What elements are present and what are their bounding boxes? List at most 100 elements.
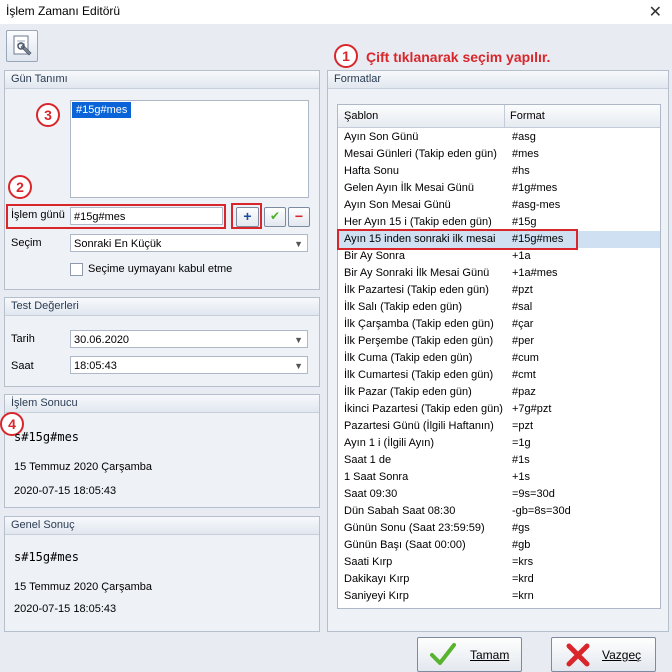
tarih-value: 30.06.2020 (74, 334, 130, 346)
cell-sablon: Pazartesi Günü (İlgili Haftanın) (344, 420, 494, 432)
islem-gunu-input[interactable]: #15g#mes (70, 207, 223, 225)
table-row[interactable]: İlk Çarşamba (Takip eden gün) #çar (338, 316, 660, 333)
secim-combo[interactable]: Sonraki En Küçük ▼ (70, 234, 308, 252)
annotation-instruction: Çift tıklanarak seçim yapılır. (366, 49, 551, 65)
remove-button[interactable]: − (288, 207, 310, 227)
column-header-format[interactable]: Format (510, 105, 545, 127)
table-row[interactable]: Dün Sabah Saat 08:30 -gb=8s=30d (338, 503, 660, 520)
window-title: İşlem Zamanı Editörü (6, 4, 121, 18)
table-row[interactable]: Bir Ay Sonra +1a (338, 248, 660, 265)
table-row[interactable]: İkinci Pazartesi (Takip eden gün) +7g#pzt (338, 401, 660, 418)
column-header-sablon[interactable]: Şablon (344, 105, 378, 127)
grid-header: Şablon Format (338, 105, 660, 128)
cell-sablon: İlk Çarşamba (Takip eden gün) (344, 318, 494, 330)
cell-format: #gs (512, 522, 530, 534)
chevron-down-icon[interactable]: ▼ (294, 235, 303, 253)
close-icon (566, 643, 590, 667)
cell-sablon: Dün Sabah Saat 08:30 (344, 505, 456, 517)
add-button[interactable]: + (236, 207, 259, 227)
ok-button[interactable]: Tamam (417, 637, 522, 672)
formatlar-header: Formatlar (328, 71, 668, 89)
cell-format: =1g (512, 437, 531, 449)
table-row[interactable]: İlk Cumartesi (Takip eden gün) #cmt (338, 367, 660, 384)
cell-sablon: İlk Salı (Takip eden gün) (344, 301, 463, 313)
table-row[interactable]: Günün Başı (Saat 00:00) #gb (338, 537, 660, 554)
cell-format: #mes (512, 148, 539, 160)
table-row[interactable]: Saat 1 de #1s (338, 452, 660, 469)
cell-format: +1a (512, 250, 531, 262)
islem-sonucu-date: 15 Temmuz 2020 Çarşamba (14, 461, 152, 473)
table-row[interactable]: İlk Cuma (Takip eden gün) #cum (338, 350, 660, 367)
cell-format: #pzt (512, 284, 533, 296)
cell-format: #asg-mes (512, 199, 561, 211)
close-icon[interactable]: ✕ (649, 2, 662, 22)
cell-sablon: Saati Kırp (344, 556, 393, 568)
settings-tool-button[interactable] (6, 30, 38, 62)
cell-format: #hs (512, 165, 530, 177)
saat-value: 18:05:43 (74, 360, 117, 372)
cell-sablon: İlk Pazartesi (Takip eden gün) (344, 284, 489, 296)
cell-sablon: İlk Pazar (Takip eden gün) (344, 386, 472, 398)
table-row[interactable]: Saat 09:30 =9s=30d (338, 486, 660, 503)
cell-format: =9s=30d (512, 488, 555, 500)
cell-format: =krn (512, 590, 534, 602)
cell-sablon: İkinci Pazartesi (Takip eden gün) (344, 403, 503, 415)
cell-sablon: Ayın Son Mesai Günü (344, 199, 451, 211)
cell-sablon: Dakikayı Kırp (344, 573, 410, 585)
table-row[interactable]: İlk Pazar (Takip eden gün) #paz (338, 384, 660, 401)
islem-sonucu-expression: s#15g#mes (14, 430, 80, 444)
table-row[interactable]: Mesai Günleri (Takip eden gün) #mes (338, 146, 660, 163)
genel-sonuc-header: Genel Sonuç (5, 517, 319, 535)
cell-sablon: Gelen Ayın İlk Mesai Günü (344, 182, 475, 194)
cell-sablon: Mesai Günleri (Takip eden gün) (344, 148, 497, 160)
cell-sablon: Ayın Son Günü (344, 131, 419, 143)
gun-tanimi-header: Gün Tanımı (5, 71, 319, 89)
cancel-button-label: Vazgeç (602, 648, 642, 662)
table-row[interactable]: İlk Perşembe (Takip eden gün) #per (338, 333, 660, 350)
column-divider (504, 105, 505, 127)
table-row[interactable]: İlk Salı (Takip eden gün) #sal (338, 299, 660, 316)
cell-format: =krd (512, 573, 534, 585)
annotation-marker-1: 1 (334, 44, 358, 68)
saat-input[interactable]: 18:05:43 ▼ (70, 356, 308, 374)
cell-format: #per (512, 335, 535, 347)
table-row[interactable]: Günün Sonu (Saat 23:59:59) #gs (338, 520, 660, 537)
table-row[interactable]: Ayın Son Günü #asg (338, 129, 660, 146)
table-row[interactable]: Saati Kırp =krs (338, 554, 660, 571)
table-row[interactable]: Pazartesi Günü (İlgili Haftanın) =pzt (338, 418, 660, 435)
cell-format: #gb (512, 539, 531, 551)
saat-label: Saat (11, 360, 34, 372)
list-item[interactable]: #15g#mes (72, 102, 132, 118)
table-row[interactable]: Dakikayı Kırp =krd (338, 571, 660, 588)
cell-format: #1s (512, 454, 530, 466)
cell-sablon: İlk Cuma (Takip eden gün) (344, 352, 473, 364)
cell-format: #1g#mes (512, 182, 558, 194)
table-row[interactable]: Ayın 1 i (İlgili Ayın) =1g (338, 435, 660, 452)
table-row[interactable]: 1 Saat Sonra +1s (338, 469, 660, 486)
cell-sablon: İlk Cumartesi (Takip eden gün) (344, 369, 494, 381)
ok-button-label: Tamam (470, 648, 510, 662)
cell-sablon: Bir Ay Sonra (344, 250, 405, 262)
table-row[interactable]: Ayın Son Mesai Günü #asg-mes (338, 197, 660, 214)
apply-button[interactable]: ✔ (264, 207, 286, 227)
table-row[interactable]: Hafta Sonu #hs (338, 163, 660, 180)
cell-sablon: Günün Başı (Saat 00:00) (344, 539, 466, 551)
table-row[interactable]: Bir Ay Sonraki İlk Mesai Günü +1a#mes (338, 265, 660, 282)
formats-grid[interactable]: Şablon Format Ayın Son Günü #asg Mesai Gün… (337, 104, 661, 609)
table-row[interactable]: İlk Pazartesi (Takip eden gün) #pzt (338, 282, 660, 299)
cell-format: #asg (512, 131, 536, 143)
table-row[interactable]: Gelen Ayın İlk Mesai Günü #1g#mes (338, 180, 660, 197)
chevron-down-icon[interactable]: ▼ (294, 331, 303, 349)
cell-sablon: Ayın 1 i (İlgili Ayın) (344, 437, 435, 449)
day-definition-list[interactable]: #15g#mes (70, 100, 309, 198)
cell-sablon: Hafta Sonu (344, 165, 400, 177)
islem-sonucu-header: İşlem Sonucu (5, 395, 319, 413)
check-icon: ✔ (269, 209, 281, 223)
tarih-input[interactable]: 30.06.2020 ▼ (70, 330, 308, 348)
genel-sonuc-expression: s#15g#mes (14, 550, 80, 564)
accept-mismatch-checkbox[interactable] (70, 263, 83, 276)
cancel-button[interactable]: Vazgeç (551, 637, 656, 672)
spin-down-icon[interactable]: ▼ (294, 357, 303, 375)
table-row[interactable]: Saniyeyi Kırp =krn (338, 588, 660, 605)
cell-format: #cum (512, 352, 539, 364)
